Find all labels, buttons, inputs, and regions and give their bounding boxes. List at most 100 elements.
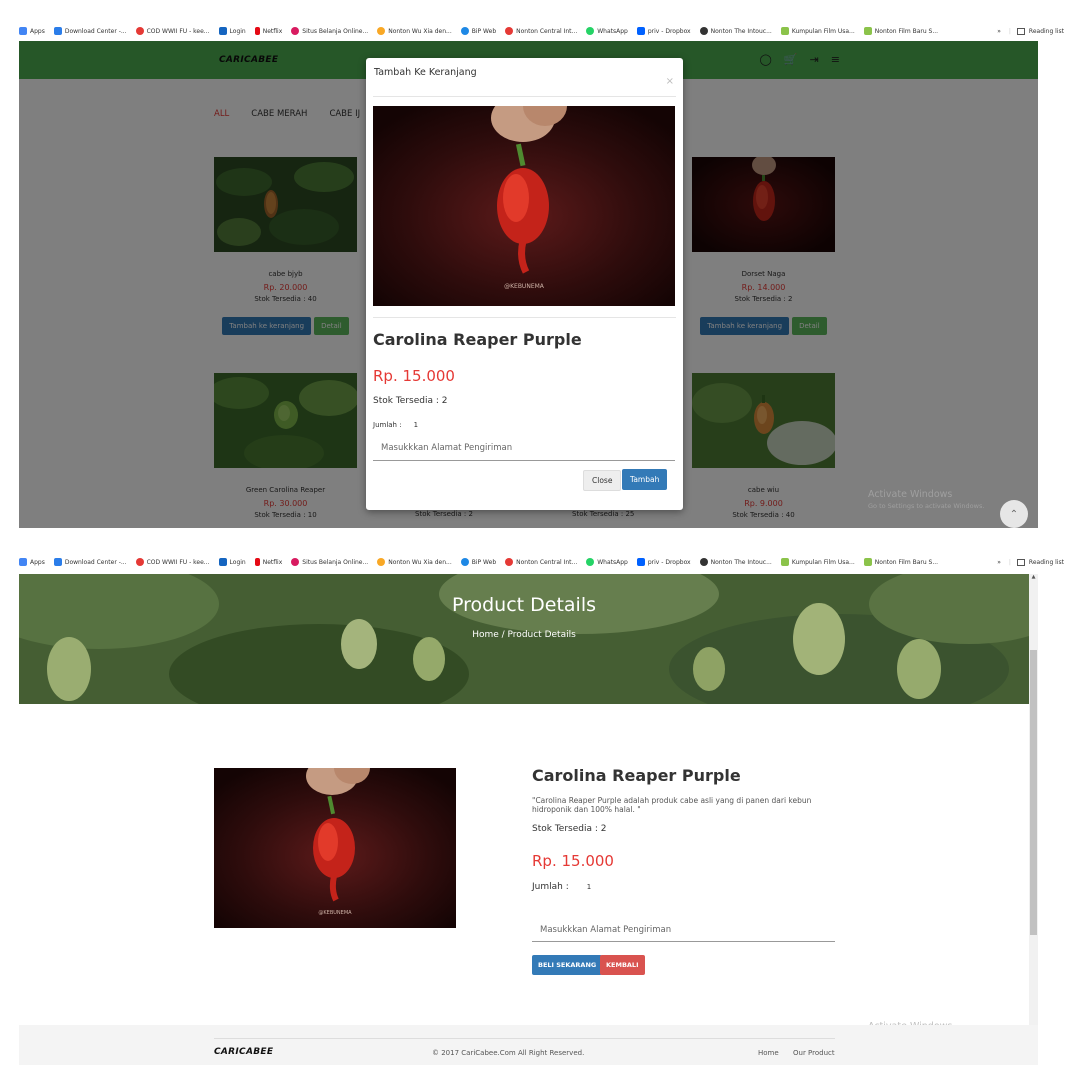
bookmarks-bar: Apps Download Center -... COD WWII FU - …: [19, 552, 1080, 572]
bookmark-item[interactable]: Netflix: [254, 27, 282, 35]
footer: CARICABEE © 2017 CariCabee.Com All Right…: [19, 1025, 1038, 1065]
back-button[interactable]: KEMBALI: [600, 955, 645, 975]
bookmark-item[interactable]: WhatsApp: [586, 27, 628, 35]
bookmark-favicon-icon: [460, 27, 469, 35]
bookmark-apps[interactable]: Apps: [19, 558, 45, 566]
bookmark-favicon-icon: [863, 27, 872, 35]
bookmark-favicon-icon: [291, 27, 300, 35]
divider: [373, 96, 676, 97]
whatsapp-icon: [586, 558, 595, 566]
bookmark-item[interactable]: Nonton The Intouc...: [699, 27, 772, 35]
modal-quantity: Jumlah : 1: [373, 421, 418, 429]
footer-logo[interactable]: CARICABEE: [214, 1047, 273, 1057]
reading-list-button[interactable]: Reading list: [1029, 559, 1064, 566]
bookmark-favicon-icon: [505, 558, 514, 566]
bookmark-favicon-icon: [699, 558, 708, 566]
quantity-label: Jumlah :: [373, 421, 402, 429]
bookmark-item[interactable]: Nonton Film Baru S...: [863, 558, 938, 566]
screenshot-product-details: Apps Download Center -... COD WWII FU - …: [0, 550, 1080, 1065]
bookmarks-right: » | Reading list: [991, 552, 1064, 572]
footer-link-our-product[interactable]: Our Product: [793, 1049, 835, 1057]
quantity-input[interactable]: 1: [414, 421, 418, 429]
divider: [214, 1038, 835, 1039]
shipping-address-input[interactable]: Masukkkan Alamat Pengiriman: [373, 437, 675, 461]
footer-link-home[interactable]: Home: [758, 1049, 779, 1057]
bookmark-item[interactable]: priv - Dropbox: [636, 558, 691, 566]
bookmark-item[interactable]: Nonton Central Int...: [505, 558, 577, 566]
bookmarks-bar: Apps Download Center -... COD WWII FU - …: [19, 21, 1080, 41]
copyright-text: © 2017 CariCabee.Com All Right Reserved.: [432, 1049, 585, 1057]
bookmark-item[interactable]: Login: [218, 27, 246, 35]
image-watermark-text: @KEBUNEMA: [318, 910, 352, 916]
apps-grid-icon: [19, 558, 27, 566]
bookmark-item[interactable]: Nonton Central Int...: [505, 27, 577, 35]
bookmark-favicon-icon: [291, 558, 300, 566]
bookmark-item[interactable]: WhatsApp: [586, 558, 628, 566]
bookmark-favicon-icon: [377, 27, 386, 35]
bookmark-item[interactable]: Nonton Wu Xia den...: [377, 27, 452, 35]
bookmark-item[interactable]: BiP Web: [460, 27, 496, 35]
modal-product-name: Carolina Reaper Purple: [373, 330, 582, 349]
bookmark-item[interactable]: Download Center -...: [53, 27, 127, 35]
bookmark-item[interactable]: Download Center -...: [53, 558, 127, 566]
bookmark-item[interactable]: Nonton Wu Xia den...: [377, 558, 452, 566]
modal-close-icon[interactable]: ×: [666, 76, 674, 87]
product-detail-image: @KEBUNEMA: [214, 768, 456, 928]
product-description: "Carolina Reaper Purple adalah produk ca…: [532, 796, 812, 814]
bookmark-item[interactable]: Login: [218, 558, 246, 566]
bookmark-item[interactable]: COD WWII FU - kee...: [135, 558, 210, 566]
buy-now-button[interactable]: BELI SEKARANG: [532, 955, 603, 975]
bookmark-item[interactable]: Netflix: [254, 558, 282, 566]
bookmark-favicon-icon: [863, 558, 872, 566]
bookmark-favicon-icon: [377, 558, 386, 566]
chevron-up-icon: ⌃: [1009, 508, 1019, 520]
bookmark-favicon-icon: [218, 558, 227, 566]
shipping-address-input[interactable]: Masukkkan Alamat Pengiriman: [532, 919, 835, 942]
page-title: Product Details: [451, 594, 597, 616]
scroll-top-button[interactable]: ⌃: [1000, 500, 1028, 528]
modal-title: Tambah Ke Keranjang: [374, 67, 477, 78]
bookmark-favicon-icon: [135, 558, 144, 566]
bookmark-favicon-icon: [699, 27, 708, 35]
add-button[interactable]: Tambah: [622, 469, 668, 490]
image-watermark-text: @KEBUNEMA: [504, 283, 545, 290]
activate-windows-watermark: Activate Windows Go to Settings to activ…: [868, 489, 985, 510]
modal-product-image: @KEBUNEMA: [373, 106, 675, 306]
bookmark-item[interactable]: Kumpulan Film Usa...: [780, 558, 855, 566]
bookmark-item[interactable]: Nonton The Intouc...: [699, 558, 772, 566]
close-button[interactable]: Close: [583, 470, 622, 491]
bookmarks-right: » | Reading list: [991, 21, 1064, 41]
breadcrumb[interactable]: Home / Product Details: [19, 630, 1029, 640]
modal-product-stock: Stok Tersedia : 2: [373, 396, 448, 406]
divider: [373, 317, 676, 318]
dropbox-icon: [636, 558, 645, 566]
bookmark-favicon-icon: [780, 558, 789, 566]
bookmark-favicon-icon: [505, 27, 514, 35]
bookmark-apps[interactable]: Apps: [19, 27, 45, 35]
bookmark-item[interactable]: Situs Belanja Online...: [291, 27, 368, 35]
bookmark-item[interactable]: priv - Dropbox: [636, 27, 691, 35]
add-to-cart-modal: Tambah Ke Keranjang × @KEBUNEMA Carolina…: [366, 58, 683, 510]
netflix-icon: [254, 558, 260, 566]
bookmarks-overflow-button[interactable]: »: [997, 559, 1001, 566]
bookmark-favicon-icon: [218, 27, 227, 35]
bookmarks-overflow-button[interactable]: »: [997, 28, 1001, 35]
bookmark-favicon-icon: [780, 27, 789, 35]
scroll-up-arrow-icon[interactable]: ▲: [1029, 574, 1038, 583]
product-name: Carolina Reaper Purple: [532, 766, 741, 785]
bookmark-item[interactable]: Nonton Film Baru S...: [863, 27, 938, 35]
bookmark-item[interactable]: COD WWII FU - kee...: [135, 27, 210, 35]
separator: |: [1008, 27, 1011, 35]
bookmark-item[interactable]: Situs Belanja Online...: [291, 558, 368, 566]
quantity-input[interactable]: 1: [587, 883, 591, 891]
modal-product-price: Rp. 15.000: [373, 367, 455, 385]
reading-list-button[interactable]: Reading list: [1029, 28, 1064, 35]
bookmark-item[interactable]: BiP Web: [460, 558, 496, 566]
quantity-row: Jumlah : 1: [532, 882, 591, 892]
netflix-icon: [254, 27, 260, 35]
screenshot-shop-modal: Apps Download Center -... COD WWII FU - …: [0, 0, 1080, 528]
scrollbar-thumb[interactable]: [1030, 650, 1037, 935]
separator: |: [1008, 558, 1011, 566]
product-price: Rp. 15.000: [532, 852, 614, 870]
bookmark-item[interactable]: Kumpulan Film Usa...: [780, 27, 855, 35]
